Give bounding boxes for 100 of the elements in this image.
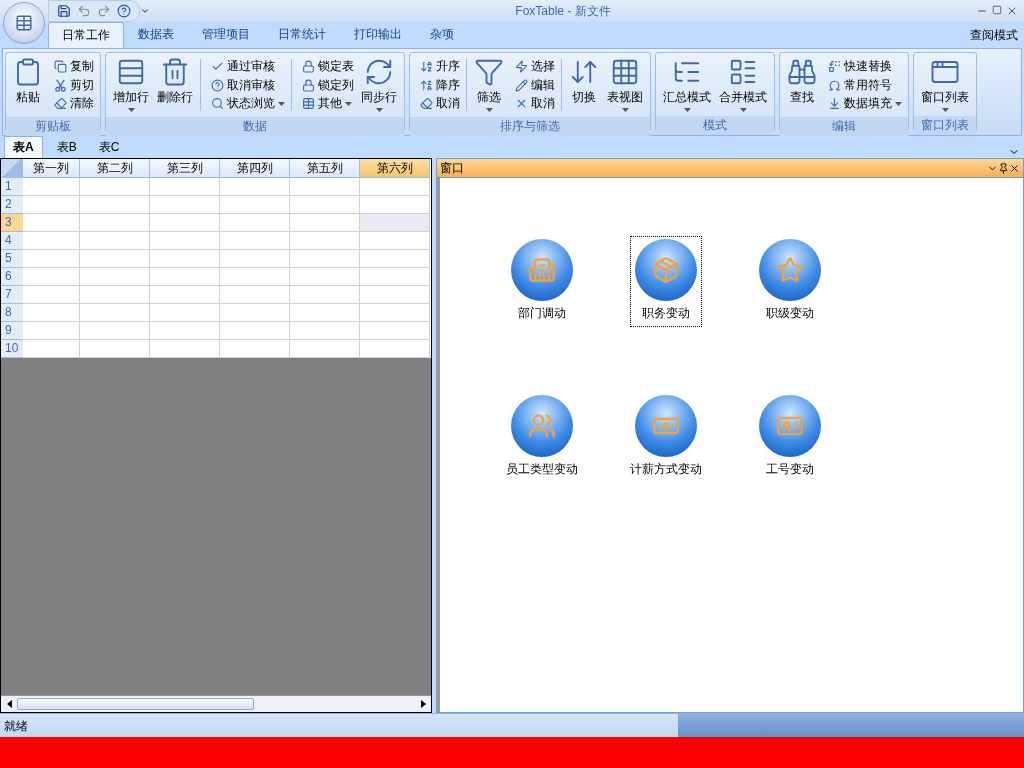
ribbon-button[interactable]: 汇总模式 <box>660 55 714 114</box>
horizontal-scrollbar[interactable] <box>1 695 431 712</box>
ribbon-small-button[interactable]: 清除 <box>54 94 94 113</box>
column-header[interactable]: 第六列 <box>360 159 430 178</box>
table-cell[interactable] <box>23 196 80 214</box>
table-cell[interactable] <box>290 178 360 196</box>
table-cell[interactable] <box>150 250 220 268</box>
row-header[interactable]: 2 <box>1 196 23 214</box>
ribbon-small-button[interactable]: 降序 <box>420 75 460 95</box>
table-cell[interactable] <box>23 178 80 196</box>
column-header[interactable]: 第四列 <box>220 159 290 178</box>
table-cell[interactable] <box>150 196 220 214</box>
launcher-item[interactable]: 职务变动 <box>630 236 702 327</box>
table-cell[interactable] <box>360 286 430 304</box>
sheet-tab[interactable]: 表C <box>90 137 128 158</box>
table-cell[interactable] <box>290 196 360 214</box>
row-header[interactable]: 4 <box>1 232 23 250</box>
table-cell[interactable] <box>23 322 80 340</box>
launcher-item[interactable]: 员工类型变动 <box>501 392 583 483</box>
table-cell[interactable] <box>80 268 150 286</box>
ribbon-button[interactable]: 粘贴 <box>10 55 46 115</box>
row-header[interactable]: 9 <box>1 322 23 340</box>
table-cell[interactable] <box>360 178 430 196</box>
redo-icon[interactable] <box>97 4 111 18</box>
table-cell[interactable] <box>80 340 150 358</box>
table-cell[interactable] <box>150 286 220 304</box>
table-cell[interactable] <box>150 268 220 286</box>
row-header[interactable]: 8 <box>1 304 23 322</box>
table-cell[interactable] <box>220 268 290 286</box>
ribbon-tab[interactable]: 日常工作 <box>48 22 124 48</box>
table-cell[interactable] <box>150 322 220 340</box>
close-icon[interactable] <box>1009 162 1020 174</box>
table-cell[interactable] <box>23 268 80 286</box>
table-cell[interactable] <box>80 178 150 196</box>
table-cell[interactable] <box>360 304 430 322</box>
table-cell[interactable] <box>360 196 430 214</box>
table-cell[interactable] <box>290 340 360 358</box>
table-cell[interactable] <box>290 322 360 340</box>
restore-icon[interactable] <box>992 5 1002 15</box>
ribbon-small-button[interactable]: 通过审核 <box>211 57 285 76</box>
ribbon-button[interactable]: 删除行 <box>154 55 196 115</box>
save-icon[interactable] <box>57 4 71 18</box>
select-all-corner[interactable] <box>1 159 23 178</box>
ribbon-small-button[interactable]: 取消 <box>515 94 555 113</box>
table-cell[interactable] <box>150 214 220 232</box>
row-header[interactable]: 7 <box>1 286 23 304</box>
column-header[interactable]: 第五列 <box>290 159 360 178</box>
ribbon-tab[interactable]: 打印输出 <box>340 21 416 48</box>
table-cell[interactable] <box>360 232 430 250</box>
column-header[interactable]: 第二列 <box>80 159 150 178</box>
ribbon-tab[interactable]: 数据表 <box>124 21 188 48</box>
pin-icon[interactable] <box>998 162 1009 174</box>
ribbon-small-button[interactable]: 其他 <box>302 94 354 113</box>
sheet-tab[interactable]: 表B <box>48 137 85 158</box>
table-cell[interactable] <box>220 250 290 268</box>
ribbon-button[interactable]: 表视图 <box>604 55 646 115</box>
row-header[interactable]: 10 <box>1 340 23 358</box>
customize-caret-icon[interactable] <box>140 6 150 16</box>
scroll-left-icon[interactable] <box>6 700 12 708</box>
ribbon-small-button[interactable]: 升序 <box>420 57 460 76</box>
table-cell[interactable] <box>290 268 360 286</box>
table-cell[interactable] <box>290 250 360 268</box>
table-cell[interactable] <box>23 304 80 322</box>
row-header[interactable]: 3 <box>1 214 23 232</box>
table-cell[interactable] <box>360 214 430 232</box>
view-mode-label[interactable]: 查阅模式 <box>964 23 1024 48</box>
table-cell[interactable] <box>220 340 290 358</box>
table-cell[interactable] <box>150 178 220 196</box>
row-header[interactable]: 1 <box>1 178 23 196</box>
table-cell[interactable] <box>220 232 290 250</box>
table-cell[interactable] <box>80 250 150 268</box>
ribbon-button[interactable]: 合并模式 <box>716 55 770 114</box>
table-cell[interactable] <box>80 322 150 340</box>
table-cell[interactable] <box>80 286 150 304</box>
ribbon-tab[interactable]: 杂项 <box>416 21 468 48</box>
table-cell[interactable] <box>290 232 360 250</box>
ribbon-tab[interactable]: 管理项目 <box>188 21 264 48</box>
table-cell[interactable] <box>290 214 360 232</box>
table-cell[interactable] <box>360 250 430 268</box>
table-cell[interactable] <box>220 322 290 340</box>
ribbon-small-button[interactable]: 快速替换 <box>828 57 902 76</box>
table-cell[interactable] <box>220 196 290 214</box>
column-header[interactable]: 第三列 <box>150 159 220 178</box>
close-icon[interactable] <box>1006 5 1018 17</box>
ribbon-small-button[interactable]: 复制 <box>54 57 94 76</box>
scroll-right-icon[interactable] <box>420 700 426 708</box>
launcher-item[interactable]: 计薪方式变动 <box>625 392 707 483</box>
launcher-item[interactable]: 工号变动 <box>754 392 826 483</box>
app-menu-button[interactable] <box>3 2 45 44</box>
table-cell[interactable] <box>23 340 80 358</box>
ribbon-small-button[interactable]: 剪切 <box>54 75 94 95</box>
table-cell[interactable] <box>150 232 220 250</box>
help-icon[interactable] <box>117 4 131 18</box>
table-cell[interactable] <box>360 268 430 286</box>
undo-icon[interactable] <box>77 4 91 18</box>
ribbon-button[interactable]: 查找 <box>784 55 820 115</box>
column-header[interactable]: 第一列 <box>23 159 80 178</box>
row-header[interactable]: 6 <box>1 268 23 286</box>
table-cell[interactable] <box>80 214 150 232</box>
ribbon-button[interactable]: 同步行 <box>358 55 400 115</box>
